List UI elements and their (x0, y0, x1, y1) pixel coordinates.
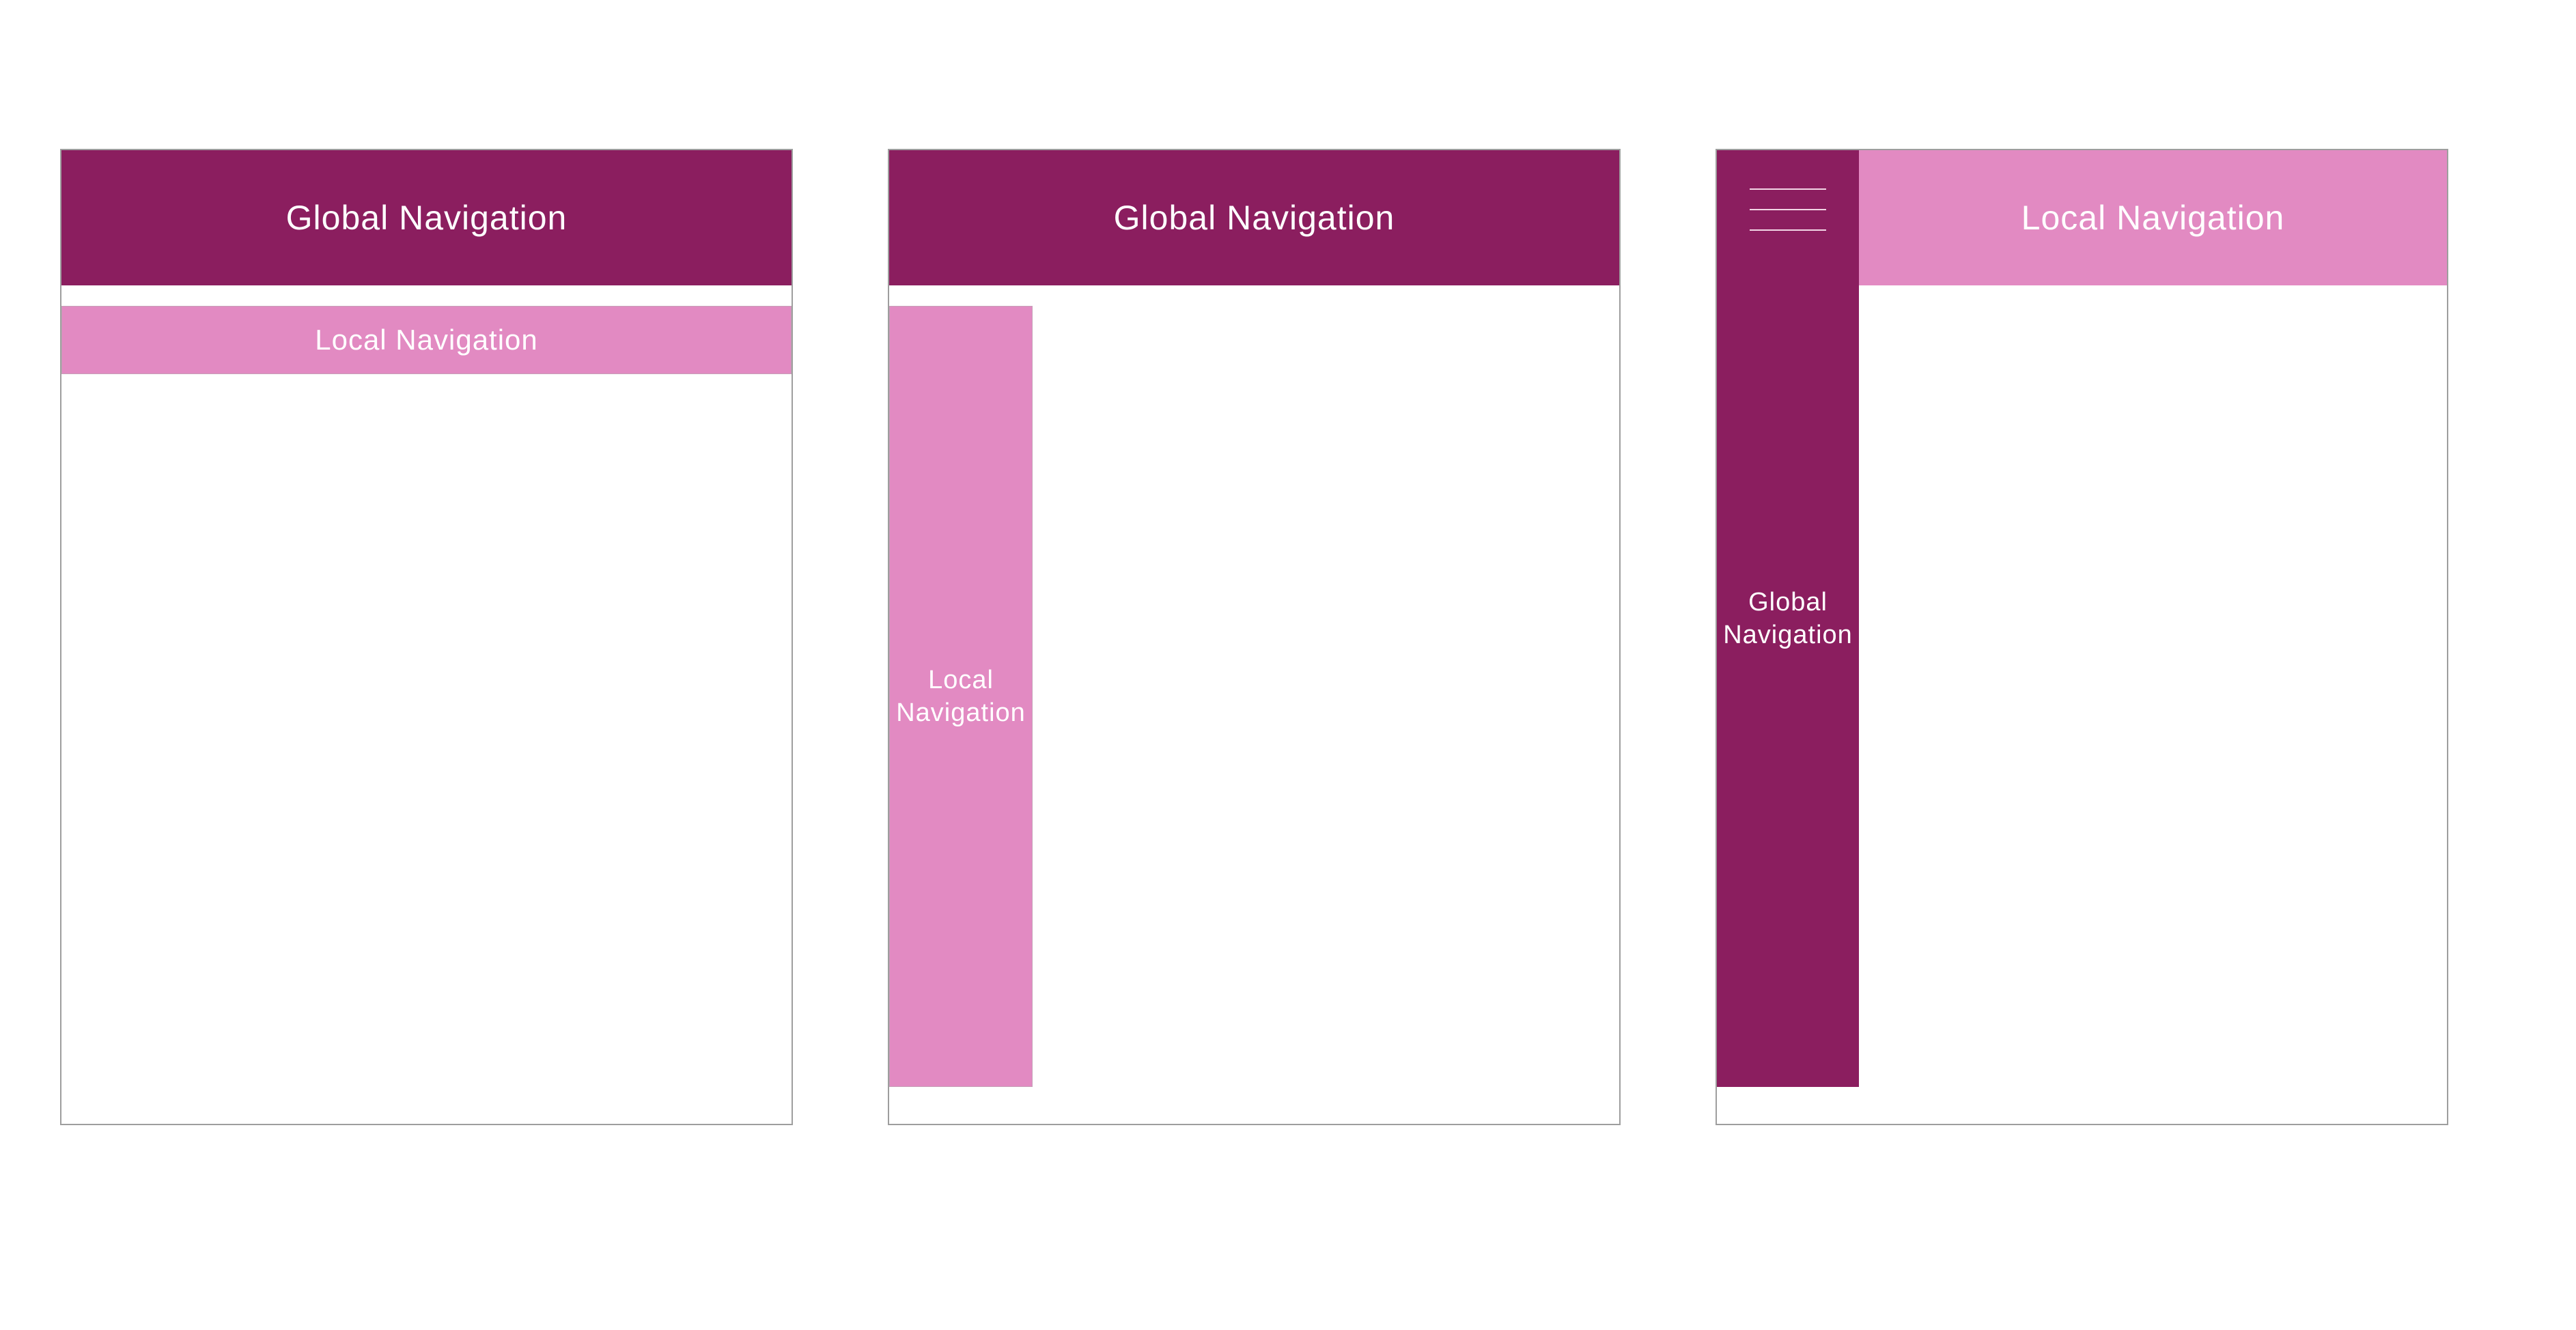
hamburger-icon (1750, 188, 1826, 231)
local-navigation-label: Local Navigation (896, 666, 1026, 727)
hamburger-line (1750, 209, 1826, 210)
wireframe-side-global-top-local: Global Navigation Local Navigation (1716, 149, 2448, 1125)
global-navigation-bar: Global Navigation (61, 150, 792, 285)
local-navigation-sidebar: Local Navigation (889, 306, 1033, 1087)
hamburger-line (1750, 229, 1826, 231)
global-navigation-label: Global Navigation (285, 199, 568, 237)
global-navigation-bar: Global Navigation (889, 150, 1619, 285)
local-navigation-bar: Local Navigation (1859, 150, 2447, 285)
global-navigation-label: Global Navigation (1113, 199, 1395, 237)
local-navigation-bar: Local Navigation (61, 306, 792, 374)
local-navigation-label: Local Navigation (315, 324, 538, 356)
local-navigation-label: Local Navigation (2021, 199, 2285, 237)
global-navigation-sidebar: Global Navigation (1717, 150, 1859, 1087)
wireframe-top-global-top-local: Global Navigation Local Navigation (60, 149, 793, 1125)
global-navigation-label: Global Navigation (1723, 588, 1853, 649)
hamburger-line (1750, 188, 1826, 190)
wireframe-top-global-side-local: Global Navigation Local Navigation (888, 149, 1621, 1125)
